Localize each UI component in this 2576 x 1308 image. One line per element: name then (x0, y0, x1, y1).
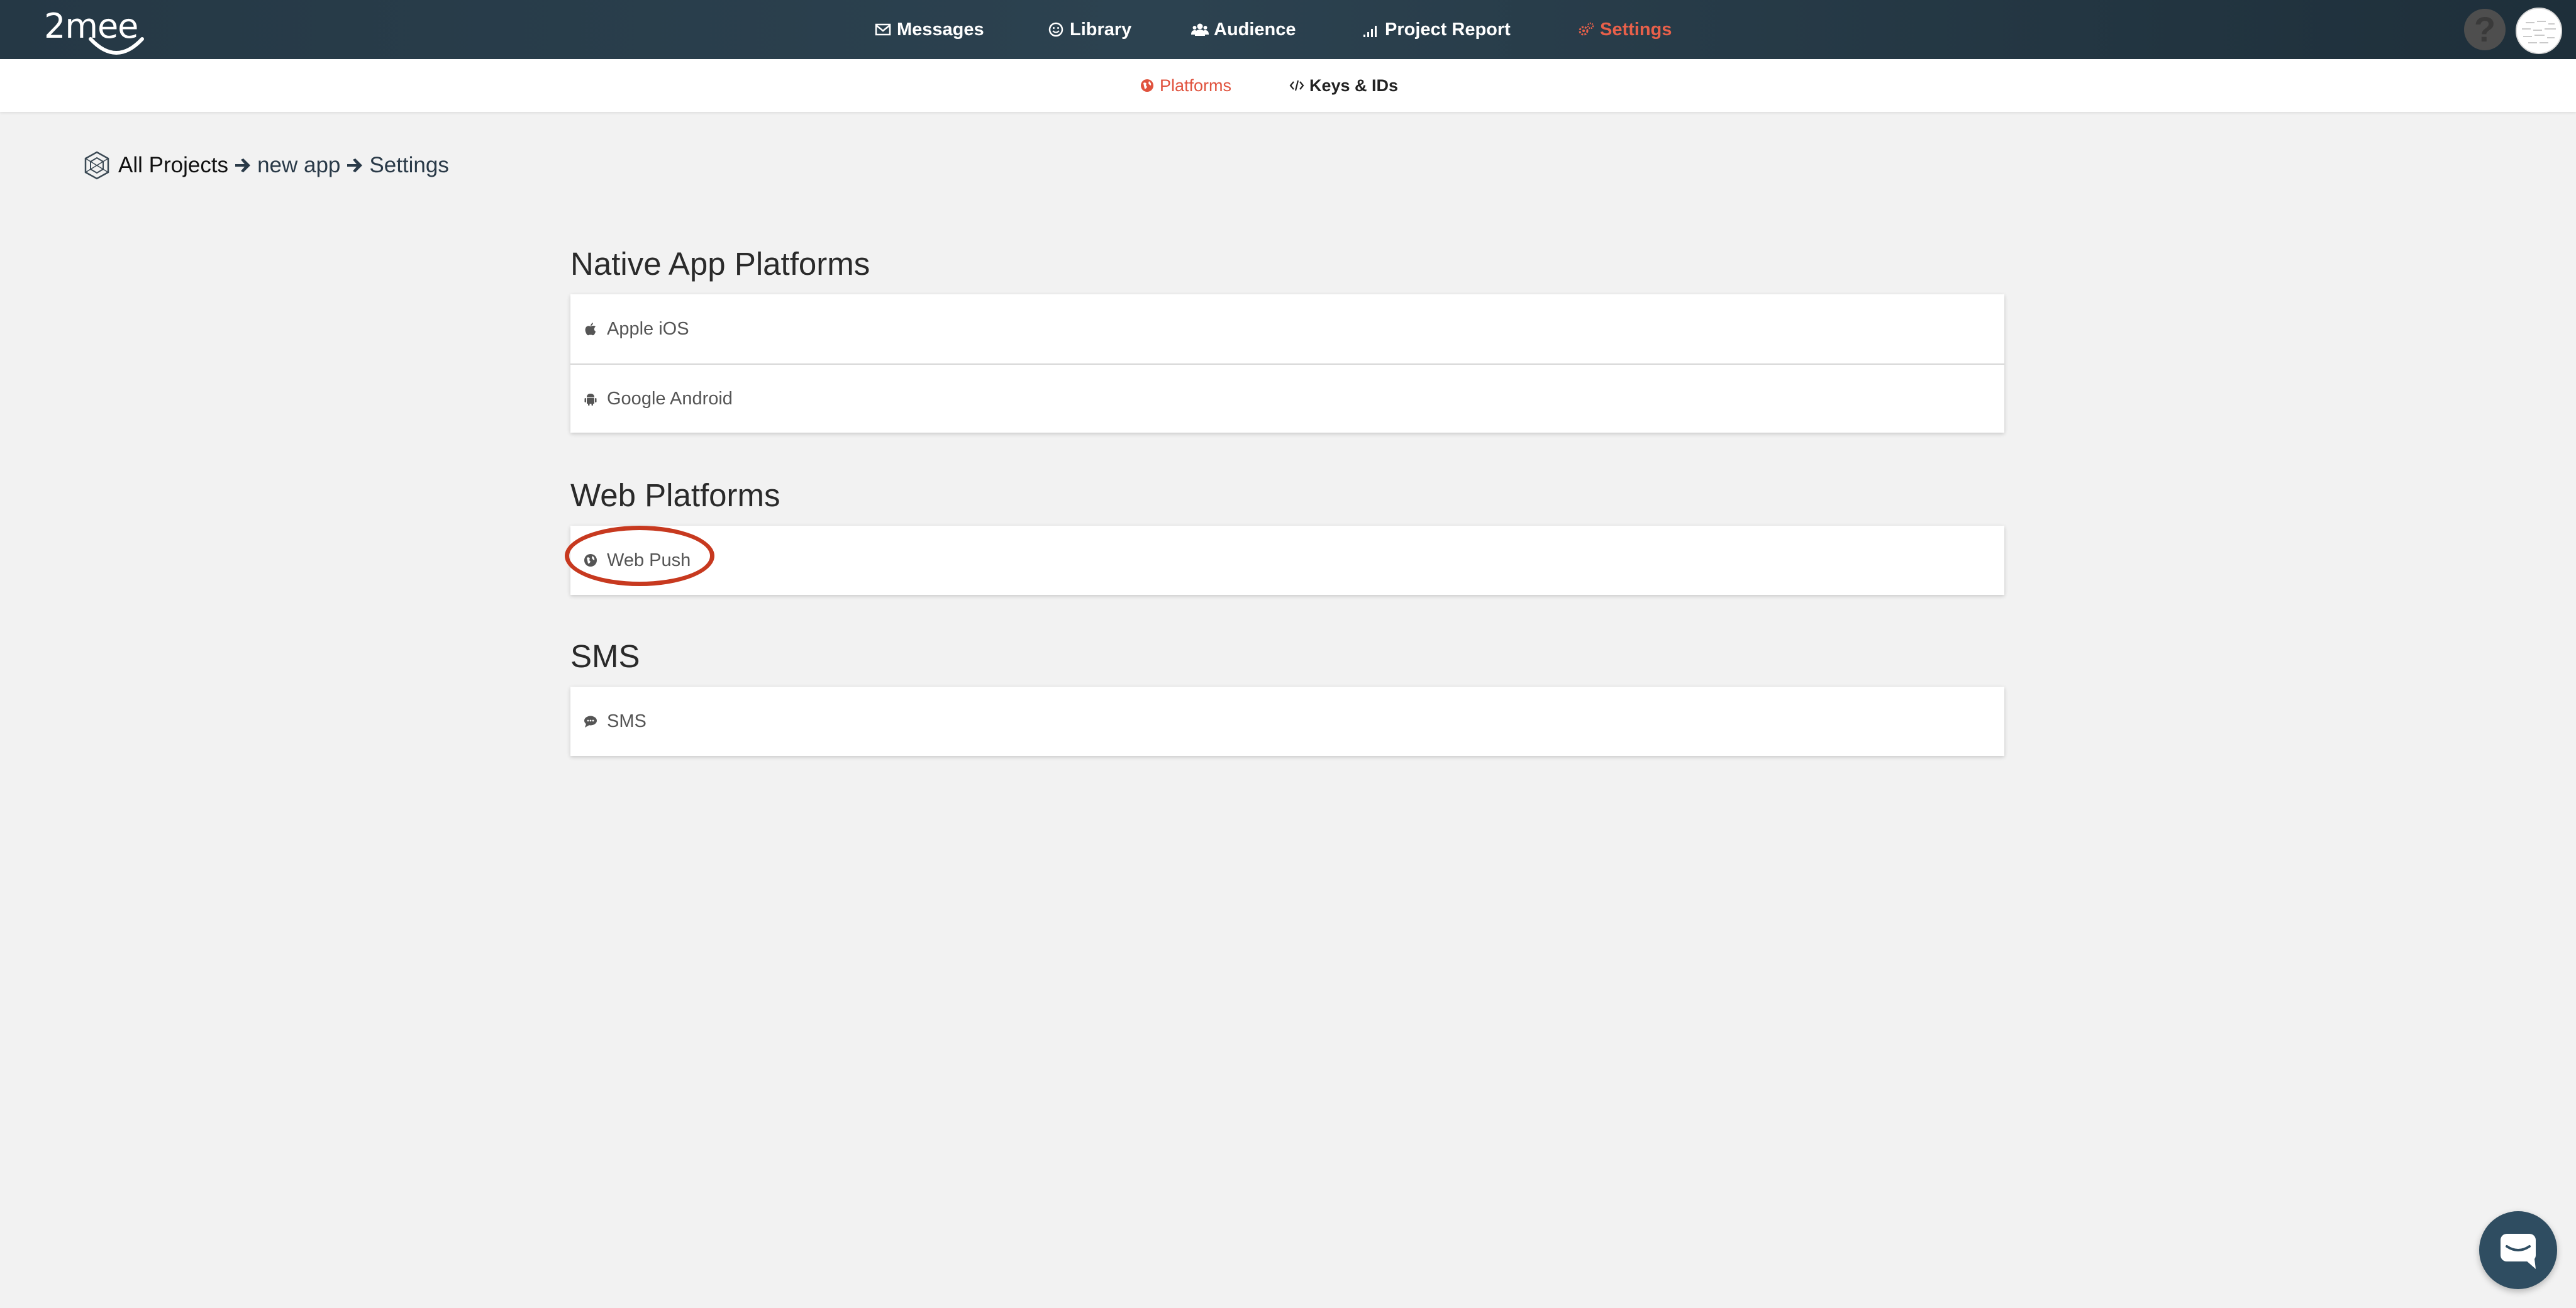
sms-card: SMS (570, 687, 2004, 756)
sub-navbar: Platforms Keys & IDs (0, 59, 2576, 112)
section-title-native: Native App Platforms (570, 246, 870, 282)
signal-bars-icon (1363, 26, 1377, 37)
nav-library[interactable]: Library (1047, 0, 1131, 59)
smile-icon (1048, 22, 1063, 37)
section-title-sms: SMS (570, 638, 640, 674)
nav-messages-label: Messages (897, 19, 984, 40)
platform-item-ios[interactable]: Apple iOS (570, 294, 2004, 363)
tab-keys-ids[interactable]: Keys & IDs (1289, 59, 1398, 112)
platform-item-android[interactable]: Google Android (570, 363, 2004, 433)
nav-library-label: Library (1070, 19, 1132, 40)
platform-item-web-push-label: Web Push (607, 550, 691, 570)
brand-logo[interactable]: 2mee (40, 6, 147, 55)
chat-bubble-icon (2501, 1234, 2536, 1269)
breadcrumb: All Projects new app Settings (82, 148, 449, 182)
nav-settings-label: Settings (1600, 19, 1672, 40)
tab-platforms-label: Platforms (1160, 75, 1232, 95)
tab-keys-ids-label: Keys & IDs (1309, 75, 1399, 95)
globe-icon (1141, 79, 1153, 92)
logo-smile-icon (89, 37, 144, 55)
comment-icon (584, 716, 597, 728)
help-button[interactable]: ? (2464, 9, 2506, 50)
nav-messages[interactable]: Messages (874, 0, 984, 59)
nav-settings[interactable]: Settings (1577, 0, 1672, 59)
projects-hexagon-icon (84, 151, 109, 180)
apple-icon (585, 323, 596, 336)
arrow-right-icon (235, 158, 251, 172)
platform-item-android-label: Google Android (607, 388, 733, 409)
android-icon (584, 394, 597, 406)
globe-icon (584, 554, 597, 567)
nav-project-report-label: Project Report (1385, 19, 1511, 40)
tab-platforms[interactable]: Platforms (1140, 59, 1231, 112)
avatar[interactable] (2516, 8, 2562, 54)
top-navbar: 2mee Messages Library Audience Project R… (0, 0, 2576, 59)
code-icon (1289, 80, 1304, 91)
nav-audience-label: Audience (1214, 19, 1296, 40)
platform-item-ios-label: Apple iOS (607, 318, 689, 339)
breadcrumb-all-projects[interactable]: All Projects (118, 153, 228, 178)
native-platforms-card: Apple iOS Google Android (570, 294, 2004, 433)
arrow-right-icon (347, 158, 363, 172)
cogs-icon (1579, 22, 1594, 36)
breadcrumb-current-page: Settings (369, 153, 449, 177)
nav-audience[interactable]: Audience (1191, 0, 1296, 59)
chat-widget-button[interactable] (2479, 1211, 2557, 1289)
web-platforms-card: Web Push (570, 526, 2004, 595)
envelope-icon (875, 23, 891, 36)
users-icon (1191, 23, 1209, 36)
platform-item-web-push[interactable]: Web Push (570, 526, 2004, 595)
section-title-web: Web Platforms (570, 477, 780, 513)
platform-item-sms-label: SMS (607, 711, 647, 731)
platform-item-sms[interactable]: SMS (570, 687, 2004, 756)
breadcrumb-project[interactable]: new app (257, 153, 340, 178)
nav-project-report[interactable]: Project Report (1362, 0, 1511, 59)
help-icon: ? (2473, 9, 2496, 49)
avatar-image (2517, 9, 2561, 53)
